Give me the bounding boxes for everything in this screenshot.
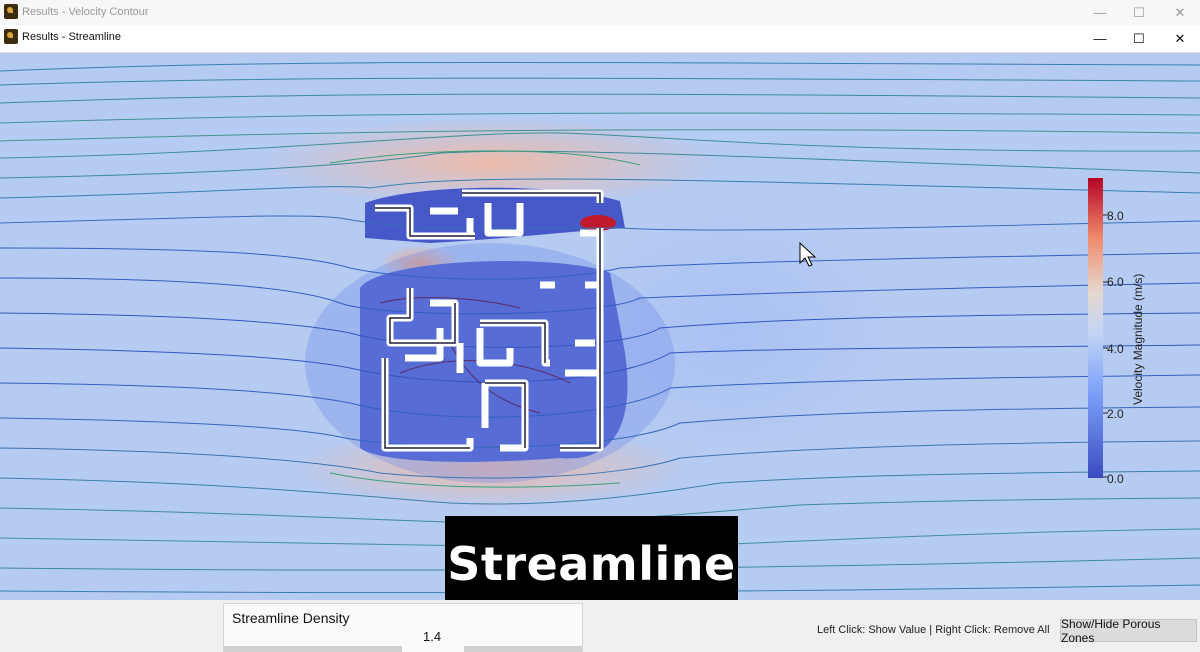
overlay-caption-text: Streamline [447,536,736,591]
minimize-icon[interactable]: — [1080,25,1120,52]
streamline-density-label: Streamline Density [232,610,350,626]
colorbar-tick-label: 0.0 [1107,472,1124,486]
back-window-titlebar: Results - Velocity Contour — ☐ ✕ [0,0,1200,26]
front-window-title: Results - Streamline [22,31,122,43]
close-icon[interactable]: ✕ [1160,0,1200,25]
overlay-caption: Streamline [445,516,738,611]
show-hide-porous-zones-button[interactable]: Show/Hide Porous Zones [1060,617,1197,645]
minimize-icon[interactable]: — [1080,0,1120,25]
colorbar-tick-label: 4.0 [1107,342,1124,356]
mouse-hint-text: Left Click: Show Value | Right Click: Re… [817,624,1050,636]
app-icon [4,29,18,44]
bottom-control-bar: Streamline Density 1.4 Left Click: Show … [0,600,1200,652]
back-window-title: Results - Velocity Contour [22,6,149,18]
app-icon [4,4,18,19]
maximize-icon[interactable]: ☐ [1119,25,1159,52]
colorbar-tick-label: 8.0 [1107,209,1124,223]
close-icon[interactable]: ✕ [1160,25,1200,52]
maximize-icon[interactable]: ☐ [1119,0,1159,25]
colorbar-gradient [1088,178,1103,478]
colorbar-tick-label: 6.0 [1107,275,1124,289]
colorbar-label: Velocity Magnitude (m/s) [1131,274,1145,405]
streamline-density-panel: Streamline Density 1.4 [223,603,583,652]
colorbar-tick-label: 2.0 [1107,407,1124,421]
front-window-titlebar: Results - Streamline — ☐ ✕ [0,25,1200,53]
streamline-density-value: 1.4 [423,629,442,644]
